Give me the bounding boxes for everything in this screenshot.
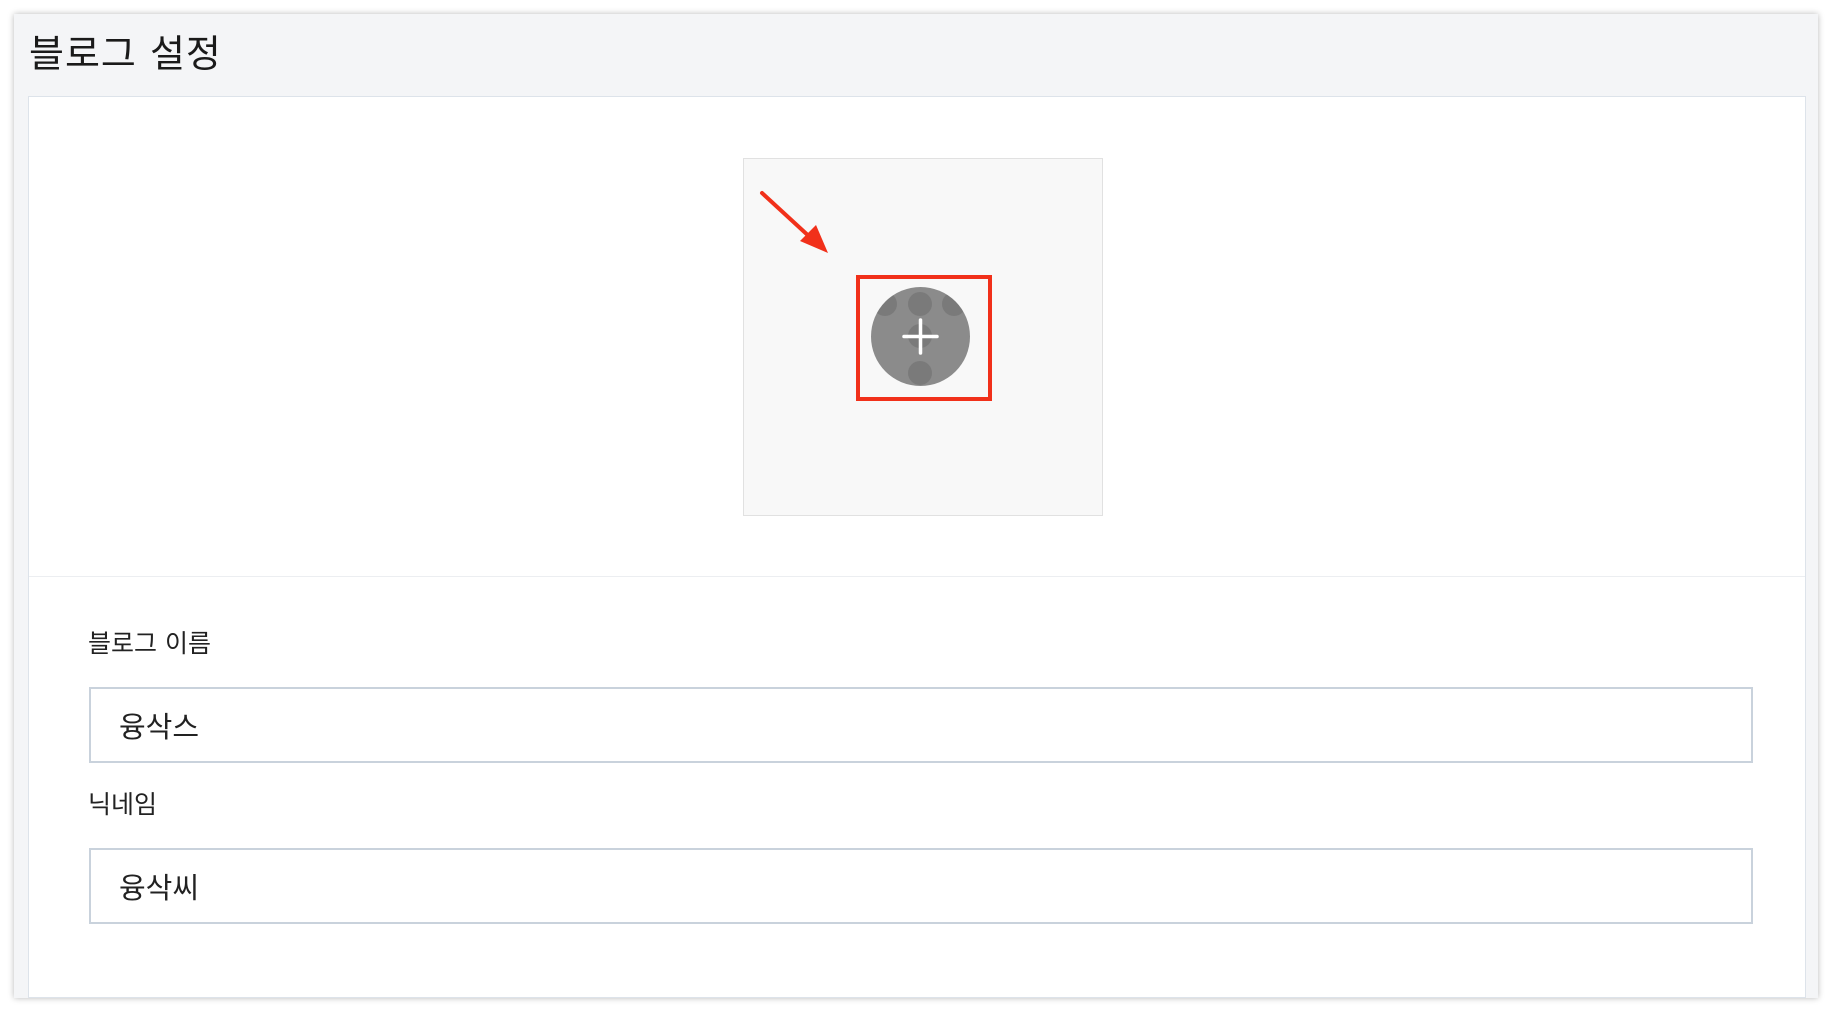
upload-image-button[interactable] (871, 287, 970, 386)
settings-panel: 블로그 이름 닉네임 (28, 96, 1806, 998)
blog-name-input[interactable] (89, 687, 1753, 763)
page-title: 블로그 설정 (29, 32, 222, 76)
blog-name-label: 블로그 이름 (88, 629, 211, 658)
blog-settings-window: 블로그 설정 블로그 이름 융삭스 닉네임 융삭씨 (14, 14, 1818, 998)
nickname-input[interactable] (89, 848, 1753, 924)
profile-image-dropzone[interactable] (743, 158, 1103, 516)
profile-image-section (29, 97, 1805, 577)
plus-icon (902, 318, 939, 355)
nickname-label: 닉네임 (88, 790, 158, 819)
